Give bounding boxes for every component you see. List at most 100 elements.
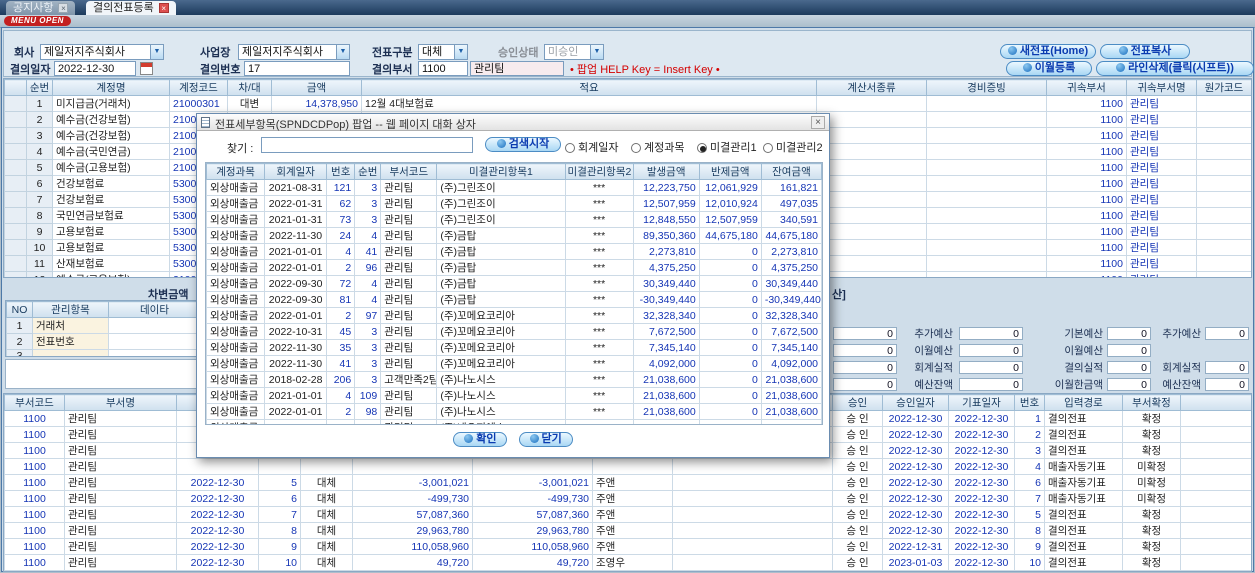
cell[interactable]: *** <box>564 243 634 260</box>
cell[interactable] <box>1180 442 1251 459</box>
cell[interactable]: 예수금(건강보험) <box>52 111 170 128</box>
worksite-select[interactable]: 제일저지주식회사 ▼ <box>238 44 350 60</box>
chevron-down-icon[interactable]: ▼ <box>150 45 163 59</box>
cell[interactable]: 0 <box>698 403 762 420</box>
cell[interactable]: 4 <box>1014 458 1045 475</box>
cell[interactable]: (주)그린조이 <box>436 211 566 228</box>
cell[interactable]: 관리팀 <box>1126 191 1197 208</box>
cell[interactable]: 57,087,360 <box>352 506 473 523</box>
cell[interactable]: 관리팀 <box>64 554 177 571</box>
cell[interactable]: 관리팀 <box>1126 271 1197 277</box>
cell[interactable] <box>926 143 1047 160</box>
cell[interactable]: 1100 <box>4 506 65 523</box>
cell[interactable]: 21,038,600 <box>760 371 822 388</box>
cell[interactable]: 승 인 <box>832 490 883 507</box>
carry-over-button[interactable]: 이월등록 <box>1006 61 1092 76</box>
cell[interactable]: 2022-12-30 <box>882 410 949 427</box>
cell[interactable]: 109 <box>354 387 382 404</box>
cell[interactable]: 외상매출금 <box>206 291 266 308</box>
cell[interactable]: 49,720 <box>352 554 473 571</box>
cell[interactable]: (주)꼬메요코리아 <box>436 339 566 356</box>
cell[interactable] <box>472 458 593 475</box>
cell[interactable]: 12 <box>26 271 53 277</box>
cell[interactable]: 2022-10-31 <box>264 323 328 340</box>
cell[interactable] <box>176 570 259 571</box>
cell[interactable] <box>4 207 27 224</box>
slip-type-select[interactable]: 대체 ▼ <box>418 44 468 60</box>
cell[interactable]: 관리팀 <box>380 179 438 196</box>
cell[interactable] <box>352 458 473 475</box>
cell[interactable]: 5 <box>26 159 53 176</box>
cell[interactable]: 관리팀 <box>380 291 438 308</box>
cell[interactable] <box>672 522 833 539</box>
cell[interactable]: 대체 <box>300 538 353 555</box>
popup-search-input[interactable] <box>261 137 473 153</box>
cell[interactable]: *** <box>564 307 634 324</box>
cell[interactable] <box>300 458 353 475</box>
cell[interactable]: *** <box>564 275 634 292</box>
cell[interactable]: 1100 <box>4 410 65 427</box>
cell[interactable]: 관리팀 <box>1126 239 1197 256</box>
cell[interactable]: 예수금(건강보험) <box>52 127 170 144</box>
cell[interactable] <box>4 159 27 176</box>
cell[interactable]: 1100 <box>1046 175 1127 192</box>
cell[interactable]: 21,038,600 <box>632 403 700 420</box>
cell[interactable]: 예수금(국민연금) <box>52 143 170 160</box>
cell[interactable]: 주앤 <box>592 538 673 555</box>
cell[interactable] <box>4 175 27 192</box>
cell[interactable]: 2022-09-30 <box>264 275 328 292</box>
cell[interactable]: 외상매출금 <box>206 355 266 372</box>
cell[interactable]: 3 <box>354 323 382 340</box>
cell[interactable] <box>1180 474 1251 491</box>
cell[interactable]: 1100 <box>4 490 65 507</box>
popup-ok-button[interactable]: 확인 <box>453 432 508 447</box>
cell[interactable] <box>592 458 673 475</box>
cell[interactable]: 81 <box>326 291 356 308</box>
cell[interactable]: 1100 <box>4 554 65 571</box>
cell[interactable]: 4 <box>354 291 382 308</box>
cell[interactable]: 미확정 <box>1122 458 1181 475</box>
cell[interactable]: 산재보험료 <box>52 255 170 272</box>
cell[interactable] <box>672 506 833 523</box>
cell[interactable]: 관리팀 <box>1126 143 1197 160</box>
cell[interactable]: 1100 <box>1046 207 1127 224</box>
cell[interactable]: 340,591 <box>760 211 822 228</box>
cell[interactable] <box>926 271 1047 277</box>
cell[interactable]: 1100 <box>4 570 65 571</box>
cell[interactable]: 2022-12-30 <box>948 554 1015 571</box>
cell[interactable]: 2023-01-03 <box>882 554 949 571</box>
cell[interactable]: 97 <box>354 307 382 324</box>
cell[interactable]: 확정 <box>1122 522 1181 539</box>
cell[interactable]: *** <box>564 227 634 244</box>
cell[interactable]: 주앤 <box>592 522 673 539</box>
cell[interactable]: 관리팀 <box>1126 223 1197 240</box>
cell[interactable]: 2022-01-31 <box>264 195 328 212</box>
cell[interactable] <box>1044 570 1123 571</box>
cell[interactable]: 2022-12-30 <box>176 522 259 539</box>
cell[interactable]: 4,092,000 <box>632 355 700 372</box>
cell[interactable]: 2017-01-01 <box>264 419 328 424</box>
cell[interactable]: 외상매출금 <box>206 243 266 260</box>
cell[interactable] <box>816 255 927 272</box>
cell[interactable]: 110,058,960 <box>352 538 473 555</box>
cell[interactable]: 3 <box>354 195 382 212</box>
cell[interactable]: 497,035 <box>760 195 822 212</box>
cell[interactable] <box>926 223 1047 240</box>
cell[interactable] <box>948 570 1015 571</box>
cell[interactable]: *** <box>564 371 634 388</box>
cell[interactable]: -499,730 <box>352 490 473 507</box>
cell[interactable] <box>672 490 833 507</box>
cell[interactable]: 73 <box>326 211 356 228</box>
cell[interactable] <box>672 458 833 475</box>
cell[interactable] <box>1196 207 1251 224</box>
cell[interactable]: 0 <box>698 243 762 260</box>
cell[interactable]: 미지급금(거래처) <box>52 95 170 112</box>
calendar-icon[interactable] <box>140 62 153 75</box>
cell[interactable]: 2021-01-01 <box>264 243 328 260</box>
cell[interactable]: *** <box>564 211 634 228</box>
cell[interactable] <box>816 175 927 192</box>
cell[interactable]: 4 <box>326 243 356 260</box>
cell[interactable]: 관리팀 <box>380 307 438 324</box>
cell[interactable] <box>816 111 927 128</box>
cell[interactable] <box>258 458 301 475</box>
